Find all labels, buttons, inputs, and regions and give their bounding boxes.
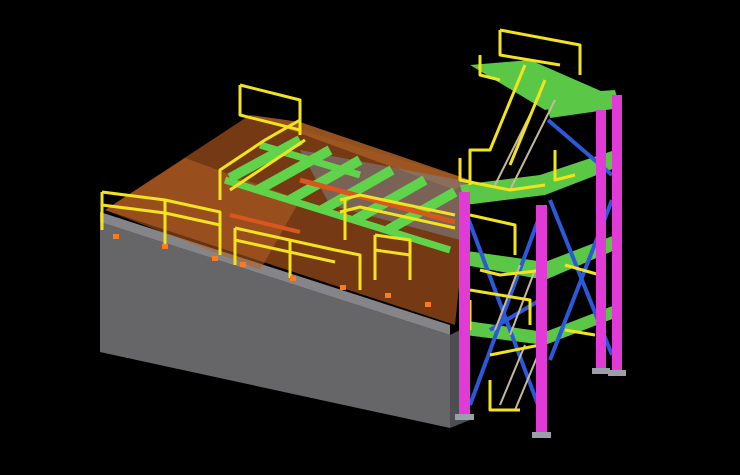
base-plate — [532, 432, 551, 438]
bolt — [162, 244, 168, 249]
bolt — [240, 262, 246, 267]
bolt — [425, 302, 431, 307]
bolt — [340, 285, 346, 290]
base-plate — [455, 414, 474, 420]
base-plate — [592, 368, 610, 374]
column — [459, 192, 470, 417]
column — [536, 205, 547, 435]
base-plate — [608, 370, 626, 376]
column — [596, 110, 606, 370]
bolt — [212, 256, 218, 261]
bolt — [290, 276, 296, 281]
bolt — [113, 234, 119, 239]
structure-model-view — [0, 0, 740, 475]
bolt — [385, 293, 391, 298]
column — [612, 95, 622, 370]
